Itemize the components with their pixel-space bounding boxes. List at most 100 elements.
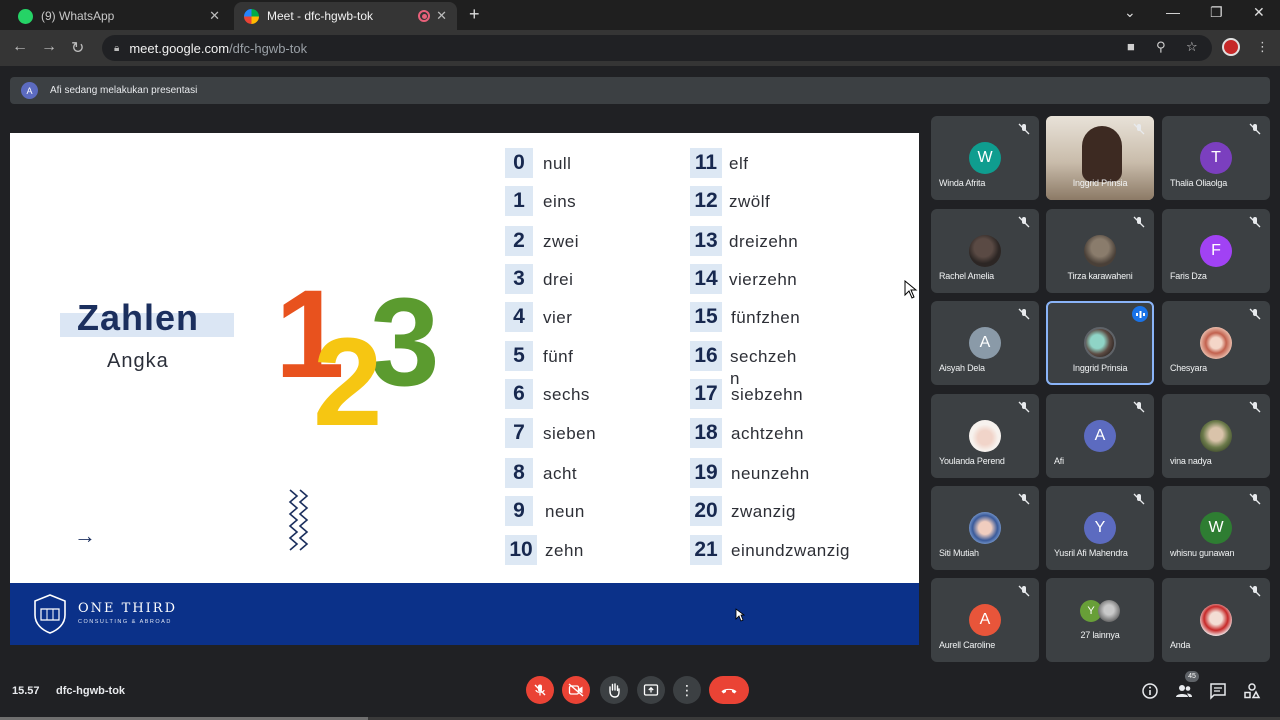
number-badge: 6 bbox=[505, 379, 533, 409]
number-word: siebzehn bbox=[731, 385, 804, 404]
participant-tile[interactable]: A Afi bbox=[1046, 394, 1154, 478]
participant-video-figure bbox=[1082, 126, 1122, 182]
camera-icon[interactable]: ■ bbox=[1127, 39, 1135, 54]
mouse-cursor-icon bbox=[735, 608, 745, 622]
new-tab-button[interactable]: + bbox=[469, 4, 480, 25]
presentation-status-text: Afi sedang melakukan presentasi bbox=[50, 85, 198, 96]
number-badge: 2 bbox=[505, 226, 533, 256]
present-screen-button[interactable] bbox=[637, 676, 665, 704]
number-word: fünfzhen bbox=[731, 308, 801, 327]
camera-toggle-button[interactable] bbox=[562, 676, 590, 704]
mic-off-icon bbox=[1249, 123, 1261, 135]
mic-off-icon bbox=[1133, 123, 1145, 135]
maximize-icon[interactable]: ❐ bbox=[1210, 4, 1223, 21]
participant-name: Aisyah Dela bbox=[939, 363, 985, 373]
profile-menu-icon[interactable]: ⌄ bbox=[1124, 4, 1136, 21]
number-word: zwei bbox=[543, 232, 580, 251]
participant-tile[interactable]: Siti Mutiah bbox=[931, 486, 1039, 570]
participant-name: Tirza karawaheni bbox=[1067, 271, 1133, 281]
minimize-icon[interactable]: — bbox=[1166, 4, 1180, 20]
others-tile[interactable]: Y 27 lainnya bbox=[1046, 578, 1154, 662]
raise-hand-button[interactable] bbox=[600, 676, 628, 704]
number-word: zwanzig bbox=[731, 502, 796, 521]
meeting-details-icon[interactable] bbox=[1141, 682, 1159, 700]
mic-off-icon bbox=[534, 684, 546, 696]
participant-tile[interactable]: A Aurell Caroline bbox=[931, 578, 1039, 662]
people-icon[interactable] bbox=[1175, 682, 1193, 700]
participant-avatar: Y bbox=[1084, 512, 1116, 544]
more-options-button[interactable]: ⋮ bbox=[673, 676, 701, 704]
mic-off-icon bbox=[1018, 493, 1030, 505]
number-word: neunzehn bbox=[731, 464, 810, 483]
participant-photo bbox=[1084, 327, 1116, 359]
number-badge: 21 bbox=[690, 535, 722, 565]
number-badge: 5 bbox=[505, 341, 533, 371]
others-photo bbox=[1098, 600, 1120, 622]
close-tab-icon[interactable]: ✕ bbox=[436, 8, 447, 24]
presenter-avatar: A bbox=[21, 82, 38, 99]
mic-off-icon bbox=[1018, 308, 1030, 320]
number-badge: 8 bbox=[505, 458, 533, 488]
reload-icon[interactable]: ↻ bbox=[71, 38, 84, 58]
participant-tile[interactable]: vina nadya bbox=[1162, 394, 1270, 478]
participant-avatar: A bbox=[1084, 420, 1116, 452]
participant-tile[interactable]: Y Yusril Afi Mahendra bbox=[1046, 486, 1154, 570]
participant-count-badge: 45 bbox=[1185, 671, 1199, 682]
mic-off-icon bbox=[1249, 585, 1261, 597]
participant-photo bbox=[1200, 604, 1232, 636]
tab-title: Meet - dfc-hgwb-tok bbox=[267, 9, 374, 23]
activities-icon[interactable] bbox=[1243, 682, 1261, 700]
participant-name: Youlanda Perend bbox=[939, 456, 1005, 466]
browser-menu-icon[interactable]: ⋮ bbox=[1256, 39, 1269, 55]
self-tile[interactable]: Anda bbox=[1162, 578, 1270, 662]
number-word: acht bbox=[543, 464, 578, 483]
participant-tile[interactable]: T Thalia Oliaolga bbox=[1162, 116, 1270, 200]
back-icon[interactable]: ← bbox=[12, 38, 28, 56]
participant-tile[interactable]: A Aisyah Dela bbox=[931, 301, 1039, 385]
number-word: neun bbox=[545, 502, 585, 521]
mic-off-icon bbox=[1133, 493, 1145, 505]
participant-tile-speaking[interactable]: Inggrid Prinsia bbox=[1046, 301, 1154, 385]
close-window-icon[interactable]: ✕ bbox=[1253, 4, 1265, 21]
number-badge: 0 bbox=[505, 148, 533, 178]
participant-tile[interactable]: Rachel Amelia bbox=[931, 209, 1039, 293]
address-bar[interactable]: 🔒︎ meet.google.com/dfc-hgwb-tok bbox=[102, 35, 1212, 61]
participant-name: vina nadya bbox=[1170, 456, 1212, 466]
google-meet-icon bbox=[244, 8, 259, 24]
browser-toolbar: ← → ↻ 🔒︎ meet.google.com/dfc-hgwb-tok ■ … bbox=[0, 30, 1280, 66]
participant-name: Rachel Amelia bbox=[939, 271, 994, 281]
participant-photo bbox=[1084, 235, 1116, 267]
participant-photo bbox=[969, 420, 1001, 452]
participant-tile[interactable]: Chesyara bbox=[1162, 301, 1270, 385]
close-tab-icon[interactable]: ✕ bbox=[209, 8, 220, 24]
tab-whatsapp[interactable]: (9) WhatsApp ✕ bbox=[8, 2, 230, 30]
mic-off-icon bbox=[1133, 401, 1145, 413]
participant-photo bbox=[969, 235, 1001, 267]
bookmark-star-icon[interactable]: ☆ bbox=[1186, 39, 1198, 55]
zoom-icon[interactable]: ⚲ bbox=[1156, 39, 1166, 55]
others-count-label: 27 lainnya bbox=[1080, 630, 1120, 640]
mic-off-icon bbox=[1133, 216, 1145, 228]
speaking-indicator-icon bbox=[1132, 306, 1148, 322]
number-word: sechs bbox=[543, 385, 590, 404]
participant-tile[interactable]: W whisnu gunawan bbox=[1162, 486, 1270, 570]
participant-name: Inggrid Prinsia bbox=[1072, 363, 1128, 373]
number-word: sechzeh bbox=[730, 347, 797, 366]
participant-name: Winda Afrita bbox=[939, 178, 986, 188]
participant-tile[interactable]: F Faris Dza bbox=[1162, 209, 1270, 293]
end-call-button[interactable] bbox=[709, 676, 749, 704]
colorful-123-graphic: 3 1 2 bbox=[275, 273, 440, 433]
participant-tile[interactable]: W Winda Afrita bbox=[931, 116, 1039, 200]
participant-name: Chesyara bbox=[1170, 363, 1207, 373]
mic-toggle-button[interactable] bbox=[526, 676, 554, 704]
participant-tile[interactable]: Youlanda Perend bbox=[931, 394, 1039, 478]
forward-icon[interactable]: → bbox=[41, 38, 57, 56]
participant-tile[interactable]: Tirza karawaheni bbox=[1046, 209, 1154, 293]
tab-strip: (9) WhatsApp ✕ Meet - dfc-hgwb-tok ✕ + ⌄… bbox=[0, 0, 1280, 30]
chat-icon[interactable] bbox=[1209, 682, 1227, 700]
participant-tile[interactable]: Inggrid Prinsia bbox=[1046, 116, 1154, 200]
number-word: eins bbox=[543, 192, 577, 211]
participant-avatar: A bbox=[969, 604, 1001, 636]
tab-meet[interactable]: Meet - dfc-hgwb-tok ✕ bbox=[234, 2, 457, 30]
profile-avatar[interactable] bbox=[1222, 38, 1240, 56]
